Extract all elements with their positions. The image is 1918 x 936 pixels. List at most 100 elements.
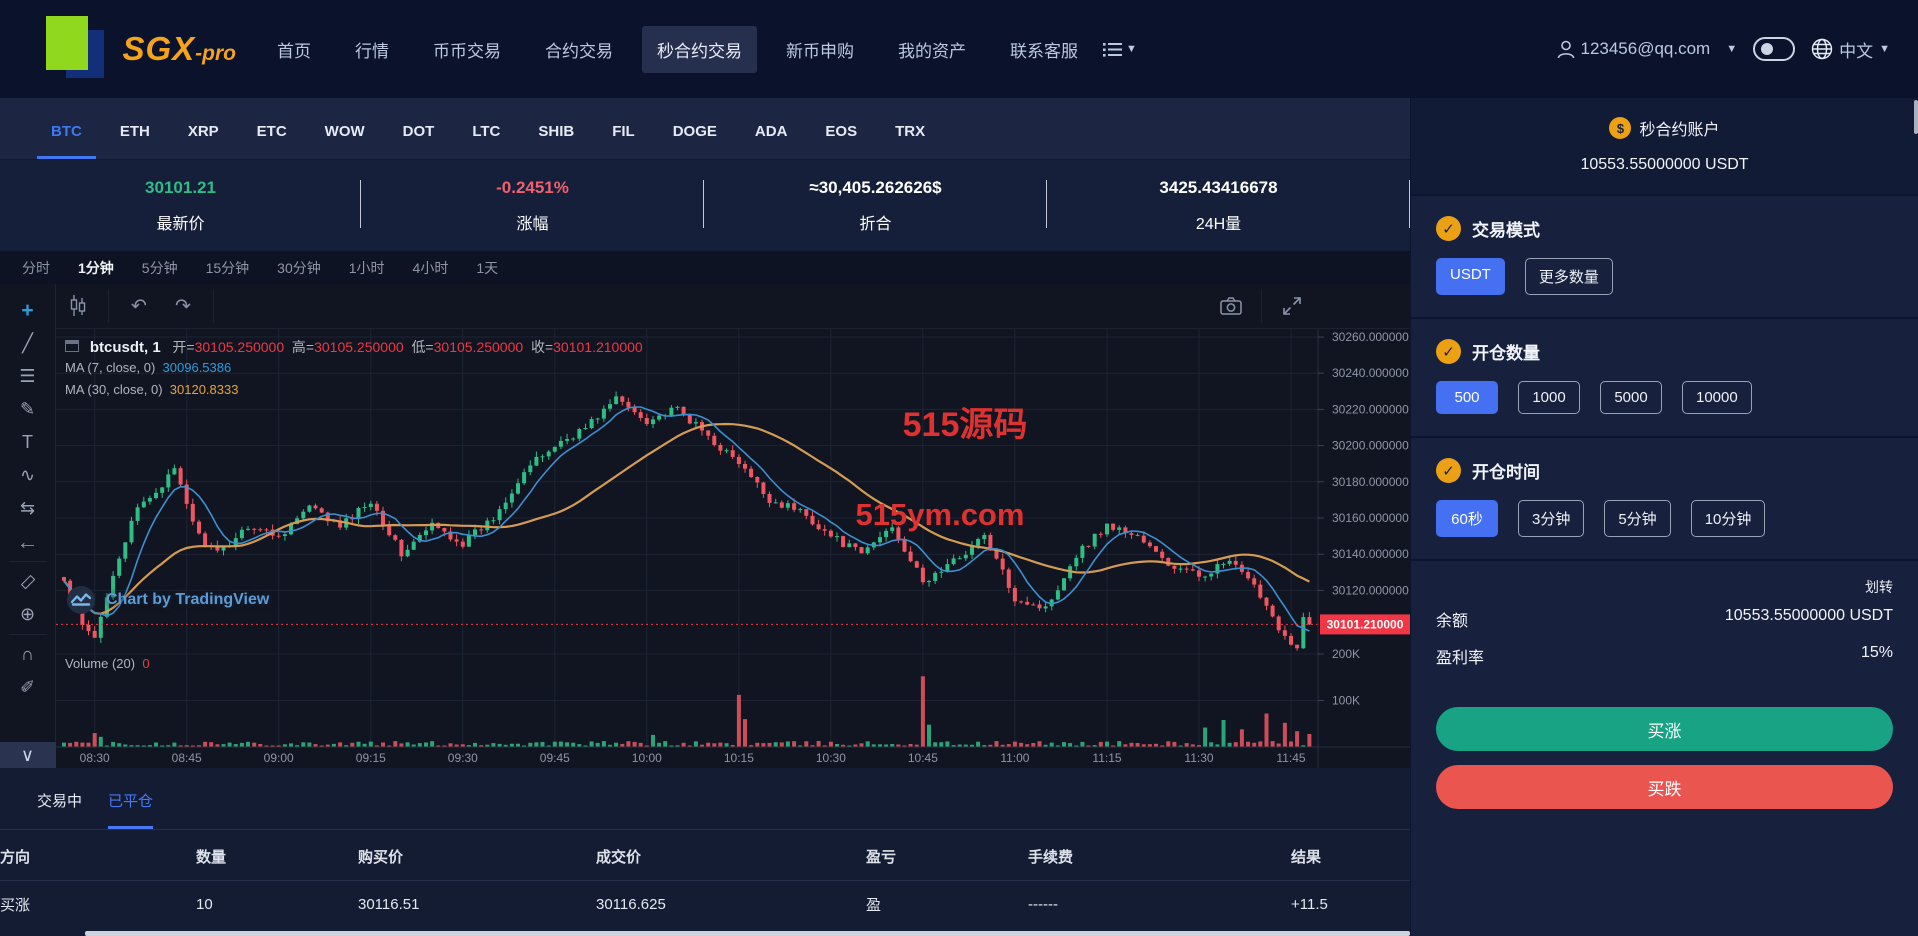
option-开仓时间-60秒[interactable]: 60秒 [1436,500,1498,537]
svg-text:30200.000000: 30200.000000 [1332,439,1409,453]
panel-section-1: ✓ 开仓数量 5001000500010000 [1411,319,1918,438]
coin-tab-eos[interactable]: EOS [811,123,871,159]
nav-item-5[interactable]: 新币申购 [771,26,869,73]
coin-tab-doge[interactable]: DOGE [659,123,731,159]
stat-value: -0.2451% [361,178,704,198]
cell-result: +11.5 [1291,881,1410,929]
nav-item-1[interactable]: 行情 [340,26,404,73]
legend-collapse-icon[interactable] [65,340,79,352]
account-summary: $ 秒合约账户 10553.55000000 USDT [1411,98,1918,196]
more-menu-button[interactable]: ▼ [1093,31,1147,68]
coin-tab-etc[interactable]: ETC [243,123,301,159]
timeframe-1分钟[interactable]: 1分钟 [66,254,126,282]
nav-item-0[interactable]: 首页 [262,26,326,73]
timeframe-15分钟[interactable]: 15分钟 [194,254,262,282]
user-account-menu[interactable]: 123456@qq.com [1557,39,1710,59]
option-交易模式-USDT[interactable]: USDT [1436,258,1505,295]
timeframe-5分钟[interactable]: 5分钟 [130,254,190,282]
buy-down-button[interactable]: 买跌 [1436,765,1893,809]
nav-item-2[interactable]: 币币交易 [418,26,516,73]
fullscreen-button[interactable] [1270,289,1314,323]
coin-tab-btc[interactable]: BTC [37,123,96,159]
symbol-label: btcusdt, 1 [90,339,161,356]
stat-value: 30101.21 [0,178,361,198]
market-column: BTC ETH XRP ETC WOW DOTLTC SHIB FIL DOGE ADAEOS TR… [0,98,1410,936]
timeframe-4小时[interactable]: 4小时 [401,254,461,282]
col-header-4: 盈亏 [866,830,1028,881]
cell-amount: 10 [196,881,358,929]
nav-item-3[interactable]: 合约交易 [530,26,628,73]
option-开仓时间-5分钟[interactable]: 5分钟 [1604,500,1670,537]
horizontal-scrollbar[interactable] [85,931,1410,936]
vertical-scrollbar[interactable] [1914,100,1918,134]
screenshot-button[interactable] [1209,289,1253,323]
timeframe-30分钟[interactable]: 30分钟 [265,254,333,282]
position-tool-icon[interactable]: ⇆ [9,492,47,525]
option-开仓数量-5000[interactable]: 5000 [1600,381,1662,414]
fib-retracement-icon[interactable]: ☰ [9,360,47,393]
svg-text:10:00: 10:00 [632,751,662,765]
coin-tab-ada[interactable]: ADA [741,123,802,159]
option-开仓时间-3分钟[interactable]: 3分钟 [1518,500,1584,537]
tradingview-attribution[interactable]: Chart by TradingView [66,585,269,615]
col-header-6: 结果 [1291,830,1410,881]
low-value: 30105.250000 [434,339,524,355]
coin-tab-fil[interactable]: FIL [598,123,649,159]
candle-style-button[interactable] [56,289,100,323]
option-开仓数量-10000[interactable]: 10000 [1682,381,1752,414]
candlestick-chart[interactable]: 30260.00000030240.00000030220.0000003020… [56,329,1410,768]
timeframe-分时[interactable]: 分时 [10,254,62,282]
theme-toggle[interactable] [1753,37,1795,61]
text-icon[interactable]: T [9,426,47,459]
coin-tab-dot[interactable]: DOT [389,123,449,159]
user-email: 123456@qq.com [1580,39,1710,59]
buy-up-button[interactable]: 买涨 [1436,707,1893,751]
nav-item-6[interactable]: 我的资产 [883,26,981,73]
transfer-link[interactable]: 划转 [1436,577,1893,597]
brush-icon[interactable]: ✎ [9,393,47,426]
account-balance: 10553.55000000 USDT [1411,156,1918,174]
positions-table: 方向数量购买价成交价盈亏手续费结果 买涨 10 30116.51 30116.6… [0,830,1410,936]
coin-tab-wow[interactable]: WOW [311,123,379,159]
magnet-icon[interactable]: ∩ [9,638,47,671]
language-selector[interactable]: 中文 ▼ [1811,37,1890,62]
ohlc-legend: btcusdt, 1 开=30105.250000 高=30105.250000… [65,337,643,357]
crosshair-icon[interactable]: + [9,294,47,327]
user-icon [1557,40,1575,59]
chevron-down-icon[interactable]: ▼ [1726,43,1737,55]
timeframe-1小时[interactable]: 1小时 [337,254,397,282]
ruler-icon[interactable]: ▭ [9,565,47,598]
brand-logo[interactable]: SGX-pro [46,16,236,82]
timeframe-1天[interactable]: 1天 [464,254,510,282]
coin-tab-eth[interactable]: ETH [106,123,164,159]
option-交易模式-更多数量[interactable]: 更多数量 [1525,258,1613,295]
coin-tab-ltc[interactable]: LTC [458,123,514,159]
nav-item-7[interactable]: 联系客服 [995,26,1093,73]
undo-button[interactable]: ↶ [117,289,161,323]
option-开仓数量-1000[interactable]: 1000 [1518,381,1580,414]
redo-button[interactable]: ↷ [161,289,205,323]
candles-icon [69,295,87,317]
coin-tab-xrp[interactable]: XRP [174,123,233,159]
option-开仓数量-500[interactable]: 500 [1436,381,1498,414]
list-icon [1103,42,1122,57]
fullscreen-icon [1282,296,1302,316]
option-开仓时间-10分钟[interactable]: 10分钟 [1691,500,1766,537]
coin-tab-trx[interactable]: TRX [881,123,939,159]
nav-item-4[interactable]: 秒合约交易 [642,26,757,73]
positions-tab-交易中[interactable]: 交易中 [37,790,82,829]
collapse-toolbar-icon[interactable]: ∨ [0,742,56,768]
xabcd-pattern-icon[interactable]: ∿ [9,459,47,492]
check-circle-icon: ✓ [1436,458,1461,483]
zoom-in-icon[interactable]: ⊕ [9,598,47,631]
svg-text:10:30: 10:30 [816,751,846,765]
draw-lock-icon[interactable]: ✐ [9,671,47,704]
chart-area: ↶ ↷ [56,284,1410,768]
trendline-icon[interactable]: ╱ [9,327,47,360]
svg-text:11:00: 11:00 [1000,751,1029,765]
coin-tab-shib[interactable]: SHIB [524,123,588,159]
positions-tab-已平仓[interactable]: 已平仓 [108,790,153,829]
cell-direction: 买涨 [0,881,196,929]
back-arrow-icon[interactable]: ← [9,525,47,558]
check-circle-icon: ✓ [1436,339,1461,364]
